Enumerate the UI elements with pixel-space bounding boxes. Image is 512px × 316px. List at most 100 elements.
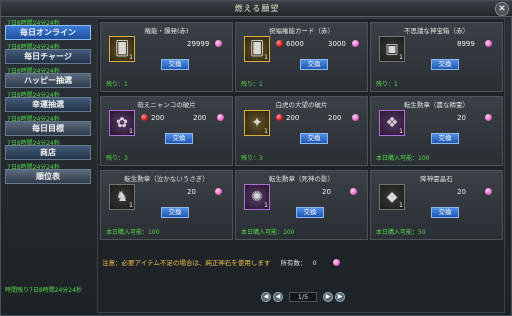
last-page-button[interactable]: ▶ [335, 292, 345, 302]
item-slot[interactable]: ✺ 1 [244, 184, 270, 210]
item-count: 1 [129, 54, 133, 61]
sidebar-item[interactable]: 7日8時間24分24秒 ハッピー抽選 [3, 66, 93, 90]
exchange-card: 祝福権能カード（赤） 🂠 1 6000 3000 交換 残り：1 [235, 22, 368, 92]
exchange-card: 不思議な神宝箱（赤） ▣ 1 8999 交換 残り：1 [370, 22, 503, 92]
pink-gem-icon [350, 188, 357, 195]
item-slot[interactable]: ✿ 1 [109, 110, 135, 136]
rabbit-medal-icon: ♞ [115, 189, 129, 205]
exchange-button[interactable]: 交換 [431, 133, 459, 144]
sidebar-item-button[interactable]: 毎日目標 [5, 121, 91, 136]
exchange-card: 転生勲章（死神の影） ✺ 1 20 交換 本日購入可能：100 [235, 170, 368, 240]
sidebar-item-button[interactable]: 幸運抽選 [5, 97, 91, 112]
card-icon: 🂠 [249, 41, 265, 57]
holding-label: 所有数： [280, 259, 307, 267]
pink-gem-icon [332, 259, 340, 266]
remaining-label: 残り： [241, 81, 260, 88]
notice-text: 注意：必要アイテム不足の場合は、純正神石を使用します [102, 259, 271, 267]
sidebar-item-button[interactable]: 毎日オンライン [5, 25, 91, 40]
sidebar-item-button[interactable]: 毎日チャージ [5, 49, 91, 64]
event-window: 燃える願望 ✕ 7日8時間24分24秒 毎日オンライン 7日8時間24分24秒 毎日チ… [0, 0, 512, 316]
exchange-card: 転生勲章（泣かないうさぎ） ♞ 1 20 交換 本日購入可能：100 [100, 170, 233, 240]
pink-gem-icon [215, 188, 222, 195]
remaining-label: 本日購入可能： [376, 155, 419, 162]
card-title: 萌えニャンコの破片 [137, 101, 196, 109]
sidebar-item[interactable]: 7日8時間24分24秒 毎日オンライン [3, 18, 93, 42]
exchange-button[interactable]: 交換 [161, 207, 189, 218]
window-titlebar: 燃える願望 ✕ [1, 1, 512, 17]
item-count: 1 [129, 128, 133, 135]
remaining-info: 残り：1 [376, 79, 398, 88]
card-title: 白虎の大望の破片 [275, 101, 328, 109]
card-title: 不思議な神宝箱（赤） [404, 27, 469, 35]
reaper-medal-icon: ✺ [251, 189, 263, 205]
exchange-card: 白虎の大望の破片 ✦ 1 200 200 交換 残り：3 [235, 96, 368, 166]
sidebar-item-button[interactable]: 順位表 [5, 169, 91, 184]
cat-shard-icon: ✿ [116, 115, 128, 131]
card-title: 権能・爆発(赤) [144, 27, 189, 35]
item-slot[interactable]: 🂠 1 [244, 36, 270, 62]
shard-icon: ✦ [251, 115, 263, 131]
remaining-info: 本日購入可能：100 [241, 227, 294, 236]
remaining-value: 3 [124, 155, 128, 162]
red-gem-icon [141, 114, 148, 121]
remaining-info: 残り：1 [241, 79, 263, 88]
exchange-button[interactable]: 交換 [165, 133, 193, 144]
sidebar-item[interactable]: 7日8時間24分24秒 商店 [3, 138, 93, 162]
cost-value: 29999 [187, 40, 210, 48]
item-slot[interactable]: ❖ 1 [379, 110, 405, 136]
pink-gem-icon [352, 114, 359, 121]
card-icon: 🂠 [114, 41, 130, 57]
item-slot[interactable]: 🂠 1 [109, 36, 135, 62]
prev-page-button[interactable]: ◀ [273, 292, 283, 302]
first-page-button[interactable]: ◀ [261, 292, 271, 302]
exchange-button[interactable]: 交換 [300, 59, 328, 70]
item-slot[interactable]: ♞ 1 [109, 184, 135, 210]
window-title: 燃える願望 [234, 4, 280, 13]
sidebar-item[interactable]: 7日8時間24分24秒 毎日チャージ [3, 42, 93, 66]
item-count: 1 [264, 202, 268, 209]
close-button[interactable]: ✕ [495, 2, 509, 16]
pink-gem-icon [352, 40, 359, 47]
item-count: 1 [399, 202, 403, 209]
exchange-card: 降神霊晶石 ◆ 1 20 交換 本日購入可能：50 [370, 170, 503, 240]
extra-cost-value: 200 [193, 114, 207, 122]
holding-value: 0 [312, 259, 317, 267]
remaining-info: 本日購入可能：50 [376, 227, 426, 236]
exchange-button[interactable]: 交換 [431, 207, 459, 218]
sidebar-item-button[interactable]: ハッピー抽選 [5, 73, 91, 88]
pager: ◀ ◀ 1/5 ▶ ▶ [261, 291, 345, 303]
item-count: 1 [399, 128, 403, 135]
item-slot[interactable]: ▣ 1 [379, 36, 405, 62]
remaining-info: 残り：3 [106, 153, 128, 162]
sidebar-item[interactable]: 7日8時間24分24秒 順位表 [3, 162, 93, 186]
exchange-button[interactable]: 交換 [300, 133, 328, 144]
exchange-card: 転生勲章（農な精霊） ❖ 1 20 交換 本日購入可能：100 [370, 96, 503, 166]
remaining-value: 100 [283, 229, 295, 236]
sidebar-item-button[interactable]: 商店 [5, 145, 91, 160]
remaining-value: 100 [418, 155, 430, 162]
remaining-info: 残り：3 [241, 153, 263, 162]
exchange-button[interactable]: 交換 [431, 59, 459, 70]
cost-value: 20 [457, 114, 466, 122]
card-title: 転生勲章（死神の影） [269, 175, 334, 183]
remaining-label: 残り： [376, 81, 395, 88]
remaining-info: 本日購入可能：100 [376, 153, 429, 162]
remaining-info: 残り：1 [106, 79, 128, 88]
exchange-button[interactable]: 交換 [296, 207, 324, 218]
spirit-crystal-icon: ◆ [386, 189, 398, 205]
item-slot[interactable]: ✦ 1 [244, 110, 270, 136]
sidebar-item[interactable]: 7日8時間24分24秒 幸運抽選 [3, 90, 93, 114]
remaining-label: 残り： [106, 155, 125, 162]
next-page-button[interactable]: ▶ [323, 292, 333, 302]
exchange-card: 萌えニャンコの破片 ✿ 1 200 200 交換 残り：3 [100, 96, 233, 166]
remaining-value: 1 [124, 81, 128, 88]
sidebar-item[interactable]: 7日8時間24分24秒 毎日目標 [3, 114, 93, 138]
remaining-label: 本日購入可能： [241, 229, 284, 236]
page-indicator: 1/5 [289, 292, 317, 302]
remaining-label: 本日購入可能： [376, 229, 419, 236]
pink-gem-icon [217, 114, 224, 121]
event-time-remaining: 時間残り7日8時間24分24秒 [5, 287, 82, 294]
item-slot[interactable]: ◆ 1 [379, 184, 405, 210]
exchange-button[interactable]: 交換 [161, 59, 189, 70]
extra-cost-value: 3000 [328, 40, 346, 48]
